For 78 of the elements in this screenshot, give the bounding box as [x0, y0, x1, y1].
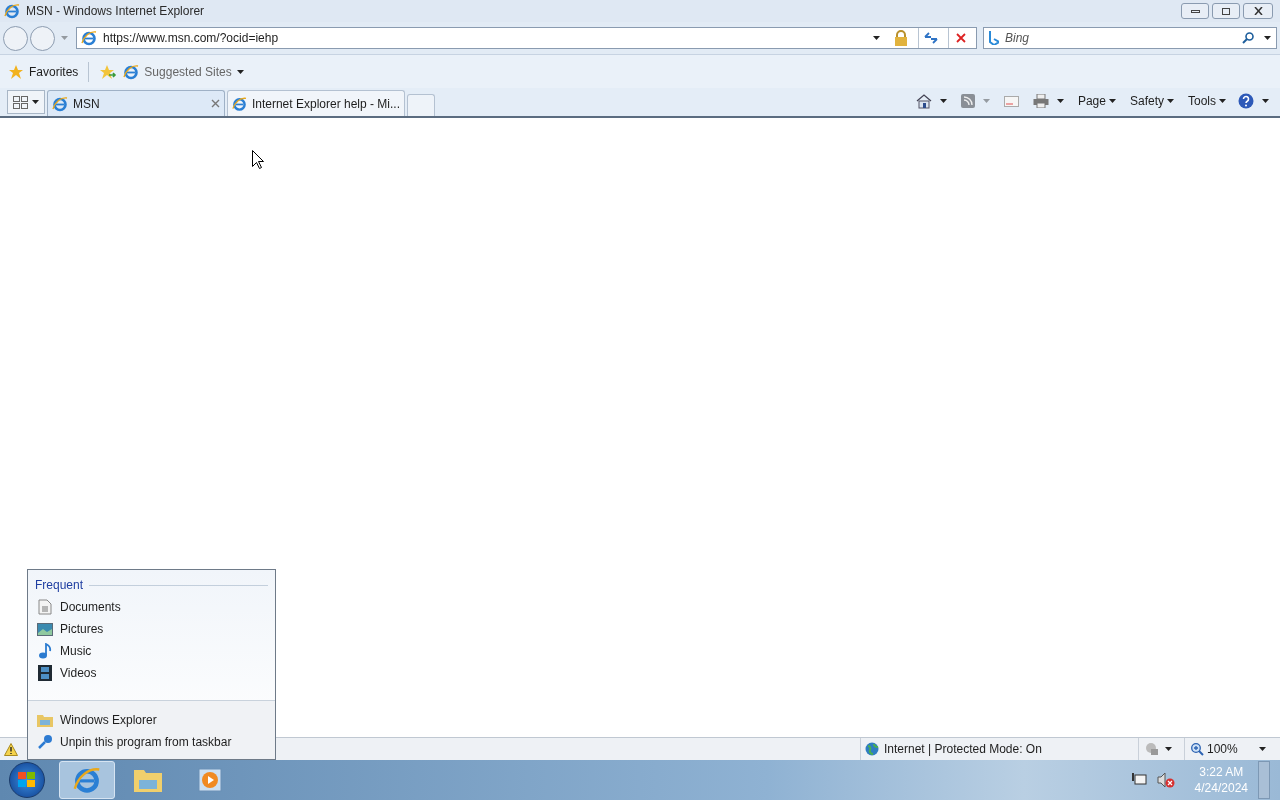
star-icon [8, 63, 24, 80]
search-field[interactable]: Bing [983, 27, 1277, 49]
stop-icon [955, 33, 966, 43]
caret-icon[interactable] [1259, 747, 1266, 751]
zoom-level[interactable]: 100% [1207, 740, 1238, 758]
warning-icon [4, 742, 18, 756]
feed-icon[interactable] [960, 94, 975, 108]
picture-frame-icon [37, 622, 53, 636]
film-strip-icon [38, 665, 52, 681]
padlock-icon [894, 30, 908, 46]
jump-list-item[interactable]: Videos [28, 662, 275, 684]
close-button[interactable] [1243, 3, 1273, 19]
search-input[interactable]: Bing [1005, 29, 1236, 47]
caret-icon[interactable] [1056, 99, 1064, 103]
zoom-icon [1191, 742, 1204, 756]
browser-e-icon [81, 30, 97, 46]
jump-list-item[interactable]: Music [28, 640, 275, 662]
windows-flag-icon [18, 772, 36, 788]
clock-time: 3:22 AM [1199, 764, 1244, 780]
browser-e-icon [123, 63, 140, 80]
minimize-button[interactable] [1181, 3, 1209, 19]
network-icon[interactable] [1130, 772, 1147, 788]
tab-title: MSN [73, 95, 101, 113]
command-menu-button[interactable]: Safety [1129, 92, 1174, 110]
browser-e-icon [52, 95, 68, 112]
jump-list-item[interactable]: Documents [28, 596, 275, 618]
suggested-sites-button[interactable]: Suggested Sites [123, 62, 244, 81]
close-icon [1253, 7, 1263, 15]
caret-icon[interactable] [236, 69, 244, 74]
help-icon[interactable] [1238, 93, 1254, 109]
muted-speaker-icon[interactable] [1156, 772, 1175, 788]
search-icon[interactable] [1242, 32, 1254, 44]
caret-icon[interactable] [873, 36, 880, 40]
browser-tab[interactable]: MSN [47, 90, 225, 116]
caret-icon[interactable] [1219, 99, 1226, 103]
browser-e-icon [73, 766, 101, 794]
browser-tab[interactable]: Internet Explorer help - Mi... [227, 90, 405, 116]
browser-e-icon [232, 95, 247, 112]
printer-icon[interactable] [1032, 94, 1049, 108]
command-menu-button[interactable]: Tools [1188, 92, 1226, 110]
jump-list-task[interactable]: Windows Explorer [28, 709, 275, 731]
grid-icon [13, 95, 28, 109]
clock-date: 4/24/2024 [1194, 780, 1248, 796]
address-text: https://www.msn.com/?ocid=iehp [103, 30, 280, 47]
music-note-icon [38, 643, 52, 659]
taskbar-browser-button[interactable] [59, 761, 115, 799]
play-icon [198, 768, 222, 792]
add-favorite-icon[interactable] [99, 63, 118, 80]
quick-tabs-button[interactable] [7, 90, 45, 114]
caret-icon[interactable] [1264, 36, 1271, 40]
favorites-button[interactable]: Favorites [8, 62, 79, 81]
document-icon [38, 599, 52, 615]
address-field[interactable]: https://www.msn.com/?ocid=iehp [76, 27, 977, 49]
jump-list-task[interactable]: Unpin this program from taskbar [28, 731, 275, 753]
close-tab-icon[interactable] [211, 99, 220, 108]
caret-icon[interactable] [939, 99, 947, 103]
window-title: MSN - Windows Internet Explorer [26, 3, 205, 20]
jump-list-item[interactable]: Pictures [28, 618, 275, 640]
command-menu-button[interactable]: Page [1077, 92, 1116, 110]
tab-title: Internet Explorer help - Mi... [251, 95, 400, 113]
folder-icon [133, 767, 163, 793]
zone-text: Internet | Protected Mode: On [884, 741, 1042, 758]
caret-icon[interactable] [1108, 99, 1116, 103]
caret-icon[interactable] [32, 100, 39, 104]
browser-e-icon [4, 3, 20, 19]
caret-icon[interactable] [1165, 747, 1172, 751]
caret-icon[interactable] [1167, 99, 1174, 103]
mouse-pointer-icon [252, 150, 264, 169]
start-button[interactable] [9, 762, 45, 798]
pin-icon [37, 734, 53, 750]
frequent-heading: Frequent [35, 577, 84, 594]
home-icon[interactable] [915, 93, 932, 109]
bing-b-icon [989, 31, 999, 45]
refresh-icon [923, 32, 938, 44]
globe-icon [865, 742, 879, 756]
restore-button[interactable] [1212, 3, 1240, 19]
caret-icon[interactable] [1262, 99, 1269, 103]
folder-icon [37, 713, 53, 727]
